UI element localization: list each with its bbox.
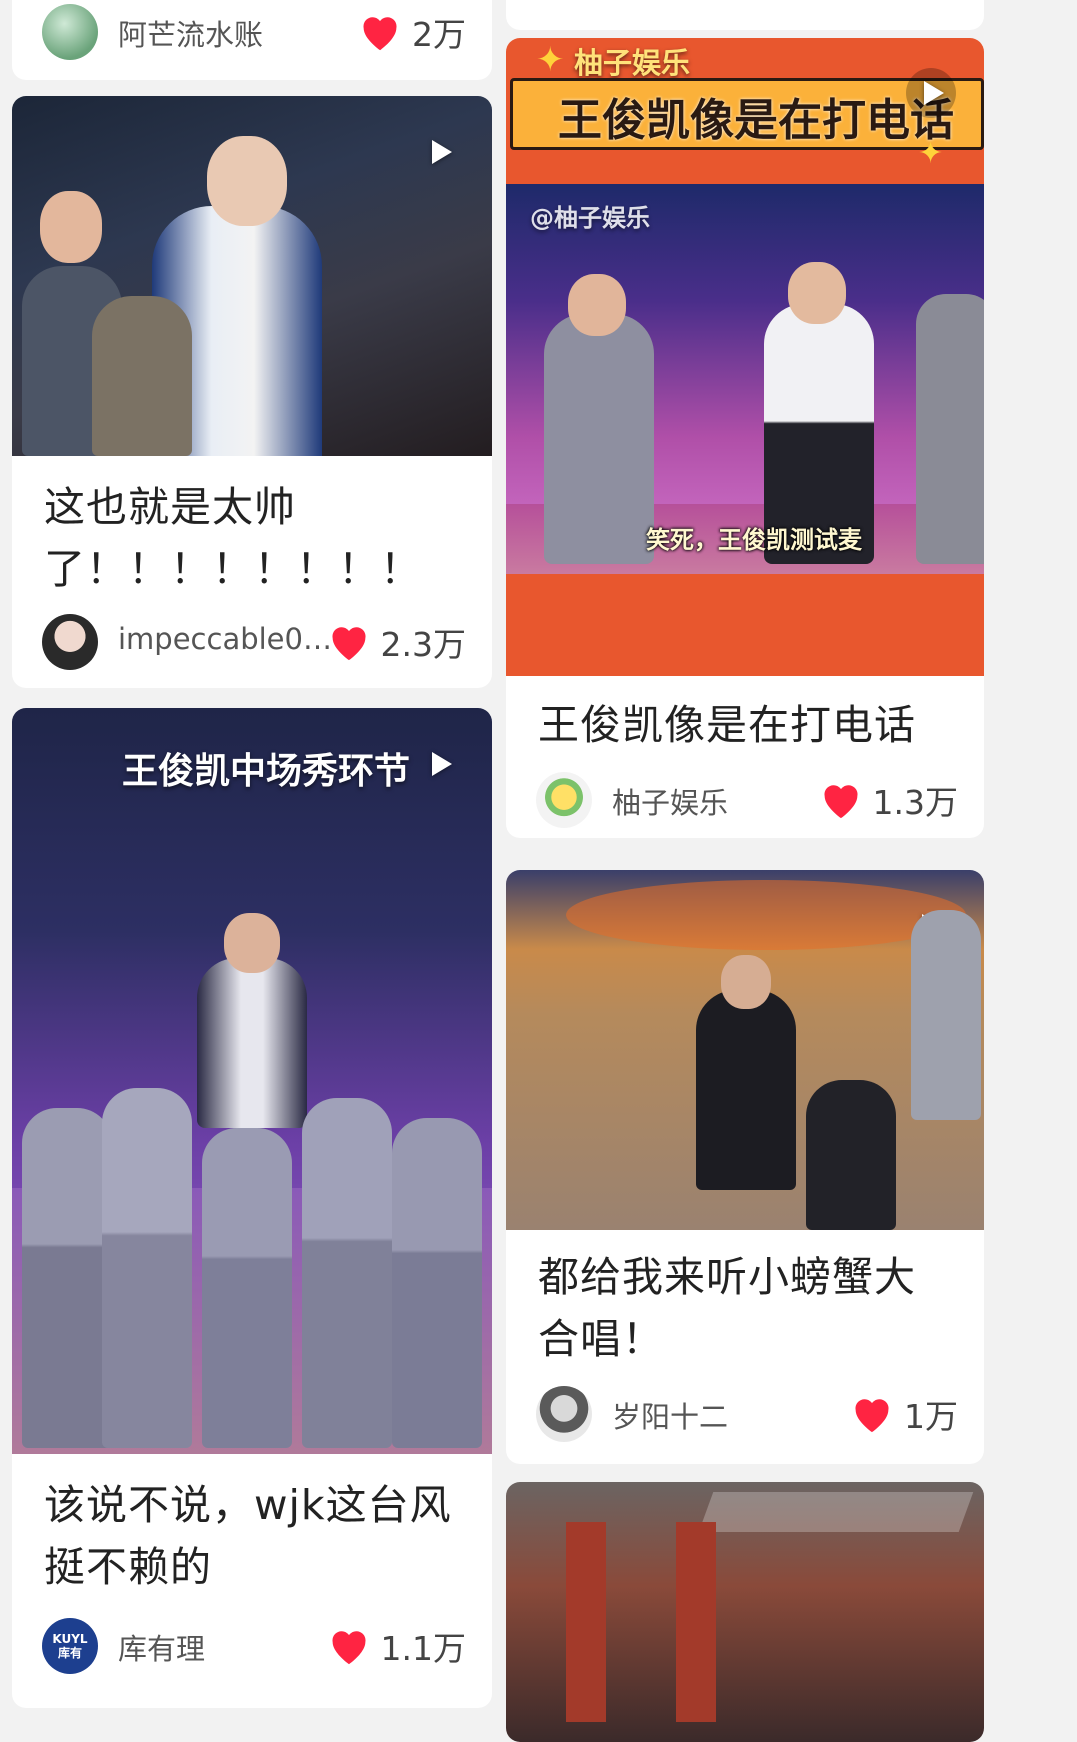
- dancer-figure: [544, 314, 654, 564]
- heart-icon: [823, 785, 858, 819]
- author-name[interactable]: 阿芒流水账: [118, 12, 263, 54]
- dancer-figure: [92, 296, 192, 456]
- author-name[interactable]: 柚子娱乐: [612, 780, 728, 822]
- like-button[interactable]: 1万: [850, 1386, 958, 1442]
- like-count: 2.3万: [380, 625, 466, 664]
- ceiling-light: [698, 1492, 974, 1532]
- video-caption: 笑死，王俊凯测试麦: [646, 526, 862, 554]
- heart-icon: [331, 1631, 366, 1665]
- pillar: [566, 1522, 606, 1722]
- dancer-head: [40, 191, 102, 263]
- video-thumbnail[interactable]: [506, 870, 984, 1230]
- video-thumbnail[interactable]: [506, 1482, 984, 1742]
- feed-card-top-left[interactable]: 阿芒流水账 2万: [12, 0, 492, 80]
- feed-card[interactable]: 柚子娱乐 ✦ 王俊凯像是在打电话 ✦ @柚子娱乐 笑死，王俊凯测试麦 王俊凯像是…: [506, 38, 984, 838]
- card-meta: 岁阳十二 1万: [536, 1386, 958, 1446]
- card-title[interactable]: 该说不说，wjk这台风挺不赖的: [44, 1474, 464, 1598]
- card-meta: 柚子娱乐 1.3万: [536, 772, 958, 832]
- dancer-figure: [22, 1108, 112, 1448]
- heart-icon: [331, 627, 366, 661]
- banner-text: 王俊凯像是在打电话: [558, 95, 954, 146]
- camera-operator: [806, 1080, 896, 1230]
- like-count: 1.1万: [380, 1629, 466, 1668]
- dancer-figure: [302, 1098, 392, 1448]
- like-count: 1万: [904, 1397, 958, 1436]
- heart-icon: [363, 17, 397, 51]
- card-meta: impeccable09… 2.3万: [42, 614, 466, 674]
- card-meta: KUYL 库有 库有理 1.1万: [42, 1618, 466, 1678]
- like-count: 1.3万: [872, 783, 958, 822]
- feed-card[interactable]: 这也就是太帅了！！！！！！！！ impeccable09… 2.3万: [12, 96, 492, 688]
- card-title[interactable]: 王俊凯像是在打电话: [538, 694, 956, 756]
- avatar[interactable]: [536, 1386, 592, 1442]
- like-button[interactable]: 1.3万: [819, 772, 958, 828]
- avatar[interactable]: [42, 4, 98, 60]
- performer-head: [224, 913, 280, 973]
- like-button[interactable]: 1.1万: [327, 1618, 466, 1674]
- author-name[interactable]: 库有理: [118, 1626, 205, 1668]
- performer-head: [207, 136, 287, 226]
- play-icon: [924, 81, 944, 105]
- avatar[interactable]: [42, 614, 98, 670]
- like-button[interactable]: 2.3万: [327, 614, 466, 670]
- dancer-figure: [202, 1128, 292, 1448]
- dancer-figure: [102, 1088, 192, 1448]
- card-meta: 阿芒流水账 2万: [42, 4, 466, 64]
- dancer-figure: [911, 910, 981, 1120]
- author-name[interactable]: 岁阳十二: [612, 1394, 728, 1436]
- video-overlay-text: 王俊凯中场秀环节: [122, 751, 411, 792]
- play-icon: [432, 752, 452, 776]
- author-name[interactable]: impeccable09…: [118, 622, 348, 656]
- performer-head: [788, 262, 846, 324]
- feed-card[interactable]: 王俊凯中场秀环节 该说不说，wjk这台风挺不赖的 KUYL 库有 库有理 1.1…: [12, 708, 492, 1708]
- brand-label: 柚子娱乐: [574, 46, 691, 80]
- like-button[interactable]: 2万: [358, 4, 466, 60]
- avatar[interactable]: [536, 772, 592, 828]
- video-frame: @柚子娱乐 笑死，王俊凯测试麦: [506, 184, 984, 574]
- dancer-figure: [392, 1118, 482, 1448]
- feed-card[interactable]: 都给我来听小螃蟹大合唱！ 岁阳十二 1万: [506, 870, 984, 1464]
- performer-figure: [197, 958, 307, 1128]
- star-icon: ✦: [918, 136, 944, 171]
- performer-head: [721, 955, 771, 1009]
- star-icon: ✦: [536, 40, 565, 80]
- play-icon: [432, 140, 452, 164]
- dancer-figure: [916, 294, 984, 564]
- video-thumbnail[interactable]: 柚子娱乐 ✦ 王俊凯像是在打电话 ✦ @柚子娱乐 笑死，王俊凯测试麦: [506, 38, 984, 676]
- feed-card[interactable]: [506, 1482, 984, 1742]
- avatar-text: KUYL 库有: [52, 1632, 88, 1660]
- video-thumbnail[interactable]: 王俊凯中场秀环节: [12, 708, 492, 1454]
- card-title[interactable]: 都给我来听小螃蟹大合唱！: [538, 1246, 956, 1370]
- card-title[interactable]: 这也就是太帅了！！！！！！！！: [44, 476, 464, 600]
- like-count: 2万: [412, 15, 466, 54]
- heart-icon: [855, 1399, 889, 1433]
- avatar[interactable]: KUYL 库有: [42, 1618, 98, 1674]
- video-thumbnail[interactable]: [12, 96, 492, 456]
- pillar: [676, 1522, 716, 1722]
- performer-figure: [696, 990, 796, 1190]
- court-logo: [566, 880, 966, 950]
- watermark: @柚子娱乐: [530, 204, 650, 232]
- dancer-head: [568, 274, 626, 336]
- feed-card-top-right[interactable]: [506, 0, 984, 30]
